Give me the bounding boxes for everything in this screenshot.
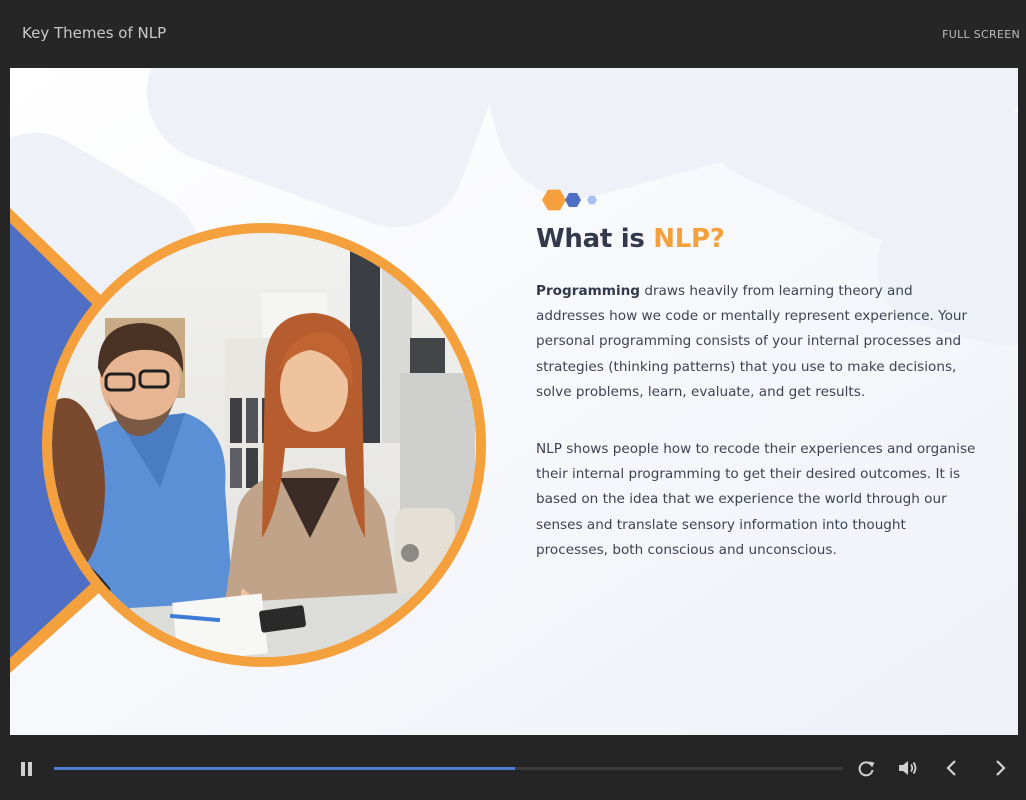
hexagon-dots-icon — [542, 189, 597, 211]
replay-icon[interactable] — [856, 759, 876, 779]
slide-title-prefix: What is — [536, 224, 654, 254]
pause-icon[interactable] — [20, 762, 34, 776]
slide-canvas: What is NLP? Programming draws heavily f… — [10, 68, 1018, 735]
slide-title-accent: NLP? — [653, 224, 725, 254]
player-header: Key Themes of NLP FULL SCREEN — [0, 0, 1026, 68]
chevron-right-icon[interactable] — [991, 758, 1009, 778]
paragraph-body: draws heavily from learning theory and a… — [536, 283, 968, 400]
player-controls — [0, 735, 1026, 800]
volume-icon[interactable] — [897, 758, 919, 778]
progress-fill — [54, 767, 515, 770]
paragraph-lead-term: Programming — [536, 283, 641, 299]
paragraph-nlp: NLP shows people how to recode their exp… — [536, 441, 976, 558]
chevron-left-icon[interactable] — [943, 758, 961, 778]
progress-bar[interactable] — [54, 767, 843, 770]
fullscreen-button[interactable]: FULL SCREEN — [942, 28, 1020, 41]
hero-illustration — [10, 208, 486, 673]
paragraph-programming: Programming draws heavily from learning … — [536, 279, 976, 405]
slide-title: What is NLP? — [536, 224, 725, 254]
course-title: Key Themes of NLP — [22, 24, 167, 42]
